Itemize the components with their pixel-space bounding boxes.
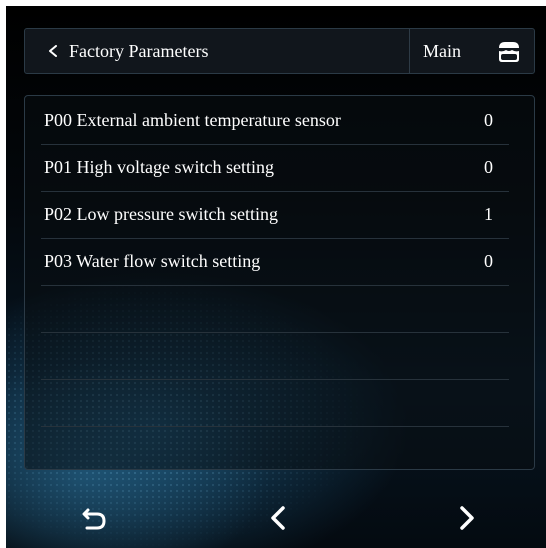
parameter-value: 0 bbox=[484, 110, 493, 130]
table-row[interactable]: P01 High voltage switch setting 0 bbox=[41, 145, 509, 192]
return-icon[interactable] bbox=[75, 500, 115, 536]
page-title: Factory Parameters bbox=[69, 40, 209, 61]
table-row-empty bbox=[41, 380, 509, 427]
parameter-value: 1 bbox=[484, 204, 493, 224]
parameter-value: 0 bbox=[484, 157, 493, 177]
header-bar: Factory Parameters Main bbox=[24, 28, 535, 74]
home-icon[interactable] bbox=[496, 39, 522, 65]
parameter-value: 0 bbox=[484, 251, 493, 271]
chevron-left-icon bbox=[49, 45, 57, 57]
table-row[interactable]: P02 Low pressure switch setting 1 bbox=[41, 192, 509, 239]
back-button[interactable]: Factory Parameters bbox=[25, 29, 325, 73]
table-row[interactable]: P00 External ambient temperature sensor … bbox=[41, 98, 509, 145]
screen: Factory Parameters Main P00 External amb… bbox=[0, 0, 546, 548]
main-button[interactable]: Main bbox=[423, 29, 461, 73]
parameter-label: P02 Low pressure switch setting bbox=[44, 204, 278, 224]
parameter-label: P01 High voltage switch setting bbox=[44, 157, 274, 177]
chevron-left-icon[interactable] bbox=[259, 500, 299, 536]
parameter-table: P00 External ambient temperature sensor … bbox=[24, 95, 535, 470]
parameter-label: P00 External ambient temperature sensor bbox=[44, 110, 341, 130]
header-divider bbox=[409, 29, 410, 73]
table-row-empty bbox=[41, 286, 509, 333]
parameter-label: P03 Water flow switch setting bbox=[44, 251, 261, 271]
table-row[interactable]: P03 Water flow switch setting 0 bbox=[41, 239, 509, 286]
table-row-empty bbox=[41, 333, 509, 380]
chevron-right-icon[interactable] bbox=[446, 500, 486, 536]
